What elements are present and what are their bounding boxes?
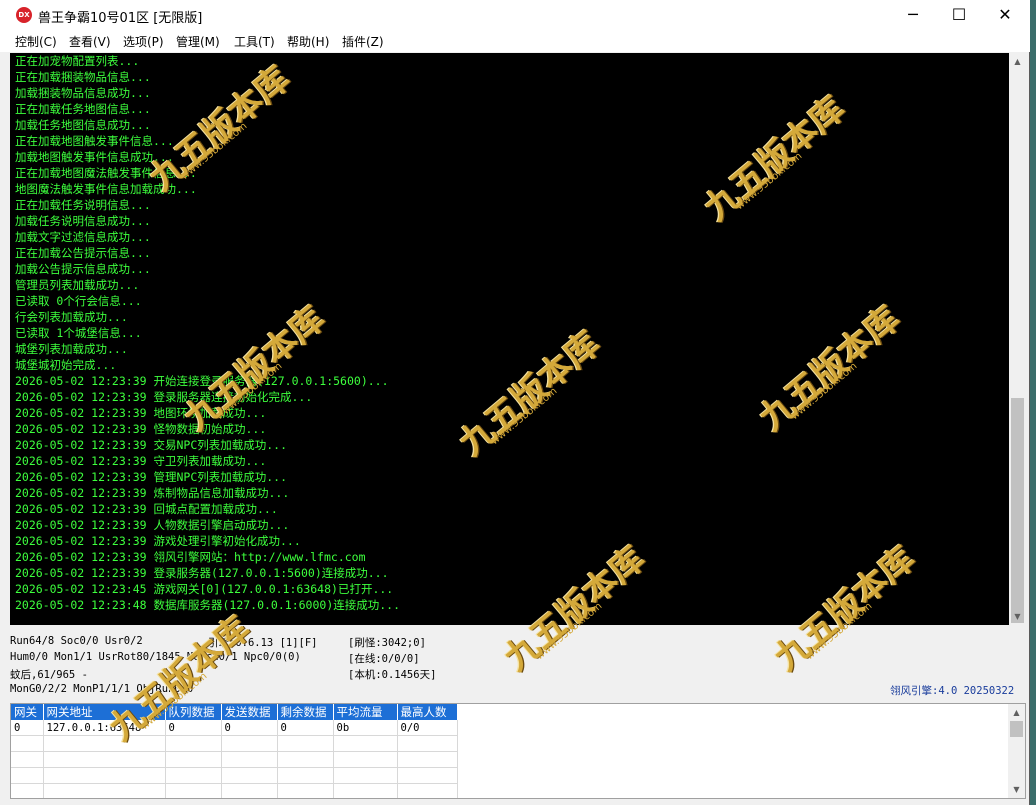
log-line: 2026-05-02 12:23:39 怪物数据初始成功...: [15, 422, 267, 436]
log-console[interactable]: 正在加宠物配置列表... 正在加载捆装物品信息... 加载捆装物品信息成功... 正在…: [10, 53, 1009, 625]
app-icon: DX: [16, 7, 32, 23]
gateway-grid[interactable]: 网关 网关地址 队列数据 发送数据 剩余数据 平均流量 最高人数 0 127.0…: [10, 703, 1026, 799]
status-engine: 引擎:0.6.13 [1][F]: [208, 637, 318, 649]
log-line: 2026-05-02 12:23:39 管理NPC列表加载成功...: [15, 470, 288, 484]
log-line: 加载任务地图信息成功...: [15, 118, 151, 132]
log-line: 城堡城初始完成...: [15, 358, 117, 372]
table-row: [11, 751, 458, 768]
log-line: 2026-05-02 12:23:39 人物数据引擎启动成功...: [15, 518, 290, 532]
menu-plugins[interactable]: 插件(Z): [342, 33, 384, 50]
console-scroll-thumb[interactable]: [1011, 398, 1024, 623]
log-line: 加载任务说明信息成功...: [15, 214, 151, 228]
status-panel: Run64/8 Soc0/0 Usr0/2 引擎:0.6.13 [1][F] […: [0, 627, 1030, 703]
log-line: 2026-05-02 12:23:45 游戏网关[0](127.0.0.1:63…: [15, 582, 394, 596]
menu-options[interactable]: 选项(P): [123, 33, 164, 50]
log-line: 2026-05-02 12:23:39 回城点配置加载成功...: [15, 502, 278, 516]
col-avg-traffic[interactable]: 平均流量: [333, 704, 398, 720]
log-line: 2026-05-02 12:23:39 炼制物品信息加载成功...: [15, 486, 290, 500]
status-run: Run64/8 Soc0/0 Usr0/2: [10, 635, 143, 647]
grid-scroll-down-icon[interactable]: ▼: [1008, 781, 1025, 798]
table-row: [11, 735, 458, 752]
status-online: [在线:0/0/0]: [348, 653, 420, 665]
log-line: 正在加宠物配置列表...: [15, 54, 140, 68]
menu-manage[interactable]: 管理(M): [176, 33, 220, 50]
cell-remaining-data: 0: [277, 720, 334, 736]
maximize-button[interactable]: ☐: [936, 0, 982, 30]
cell-max-users: 0/0: [397, 720, 458, 736]
grid-scroll-thumb[interactable]: [1010, 721, 1023, 737]
table-row: [11, 767, 458, 784]
grid-scroll-up-icon[interactable]: ▲: [1008, 704, 1025, 721]
cell-gateway-address: 127.0.0.1:63648: [43, 720, 166, 736]
status-refresh: [刷怪:3042;0]: [348, 637, 426, 649]
log-line: 已读取 1个城堡信息...: [15, 326, 142, 340]
scroll-down-icon[interactable]: ▼: [1009, 608, 1026, 625]
log-line: 2026-05-02 12:23:39 交易NPC列表加载成功...: [15, 438, 288, 452]
log-line: 2026-05-02 12:23:39 登录服务器连接初始化完成...: [15, 390, 313, 404]
log-line: 2026-05-02 12:23:39 守卫列表加载成功...: [15, 454, 267, 468]
log-line: 地图魔法触发事件信息加载成功...: [15, 182, 197, 196]
log-line: 正在加载公告提示信息...: [15, 246, 151, 260]
menu-help[interactable]: 帮助(H): [287, 33, 329, 50]
log-line: 加载地图触发事件信息成功...: [15, 150, 174, 164]
cell-gateway: 0: [11, 720, 44, 736]
log-line: 2026-05-02 12:23:39 游戏处理引擎初始化成功...: [15, 534, 301, 548]
server-window: DX 兽王争霸10号01区 [无限版] ─ ☐ ✕ 控制(C) 查看(V) 选项…: [0, 0, 1030, 805]
log-line: 正在加载任务地图信息...: [15, 102, 151, 116]
log-line: 2026-05-02 12:23:39 地图环境加载成功...: [15, 406, 267, 420]
log-line: 正在加载任务说明信息...: [15, 198, 151, 212]
status-hum: Hum0/0 Mon1/1 UsrRot80/1845 Merch0/1 Npc…: [10, 651, 301, 663]
table-row[interactable]: 0 127.0.0.1:63648 0 0 0 0b 0/0: [11, 720, 458, 736]
scroll-up-icon[interactable]: ▲: [1009, 53, 1026, 70]
log-line: 加载文字过滤信息成功...: [15, 230, 151, 244]
log-line: 2026-05-02 12:23:39 翎风引擎网站：http://www.lf…: [15, 550, 366, 564]
log-line: 正在加载地图魔法触发事件信息...: [15, 166, 197, 180]
minimize-button[interactable]: ─: [890, 0, 936, 30]
col-gateway-address[interactable]: 网关地址: [43, 704, 166, 720]
log-line: 正在加载地图触发事件信息...: [15, 134, 174, 148]
grid-scrollbar[interactable]: ▲ ▼: [1008, 704, 1025, 798]
log-line: 管理员列表加载成功...: [15, 278, 140, 292]
menu-view[interactable]: 查看(V): [69, 33, 111, 50]
menu-bar: 控制(C) 查看(V) 选项(P) 管理(M) 工具(T) 帮助(H) 插件(Z…: [0, 30, 1030, 52]
cell-queue-data: 0: [165, 720, 222, 736]
window-title: 兽王争霸10号01区 [无限版]: [38, 11, 203, 26]
log-line: 加载捆装物品信息成功...: [15, 86, 151, 100]
col-sent-data[interactable]: 发送数据: [221, 704, 278, 720]
status-local: [本机:0.1456天]: [348, 669, 437, 681]
col-max-users[interactable]: 最高人数: [397, 704, 458, 720]
col-gateway[interactable]: 网关: [11, 704, 44, 720]
menu-tools[interactable]: 工具(T): [234, 33, 275, 50]
status-mon: MonG0/2/2 MonP1/1/1 ObjRun0/0: [10, 683, 194, 695]
grid-header-row: 网关 网关地址 队列数据 发送数据 剩余数据 平均流量 最高人数: [11, 704, 458, 720]
log-line: 已读取 0个行会信息...: [15, 294, 142, 308]
log-line: 2026-05-02 12:23:39 登录服务器(127.0.0.1:5600…: [15, 566, 389, 580]
status-boss: 蚊后,61/965 -: [10, 669, 88, 681]
close-button[interactable]: ✕: [982, 0, 1028, 30]
title-bar[interactable]: DX 兽王争霸10号01区 [无限版] ─ ☐ ✕: [0, 0, 1030, 30]
log-line: 行会列表加载成功...: [15, 310, 128, 324]
log-line: 2026-05-02 12:23:39 开始连接登录服务器(127.0.0.1:…: [15, 374, 389, 388]
table-row: [11, 783, 458, 798]
cell-avg-traffic: 0b: [333, 720, 398, 736]
cell-sent-data: 0: [221, 720, 278, 736]
log-line: 城堡列表加载成功...: [15, 342, 128, 356]
log-line: 加载公告提示信息成功...: [15, 262, 151, 276]
log-line: 2026-05-02 12:23:48 数据库服务器(127.0.0.1:600…: [15, 598, 401, 612]
log-line: 正在加载捆装物品信息...: [15, 70, 151, 84]
engine-version: 翎风引擎:4.0 20250322: [890, 685, 1015, 697]
console-scrollbar[interactable]: ▲ ▼: [1009, 53, 1026, 625]
col-remaining-data[interactable]: 剩余数据: [277, 704, 334, 720]
col-queue-data[interactable]: 队列数据: [165, 704, 222, 720]
menu-control[interactable]: 控制(C): [15, 33, 57, 50]
